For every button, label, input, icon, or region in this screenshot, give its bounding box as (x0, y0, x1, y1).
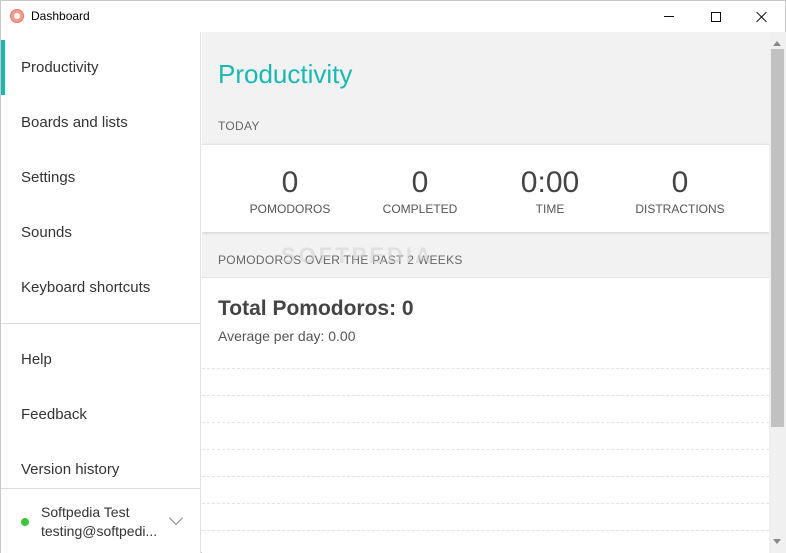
scroll-down-arrow-icon[interactable] (773, 539, 781, 544)
history-chart-card: Total Pomodoros: 0 Average per day: 0.00 (202, 277, 769, 553)
close-button[interactable] (739, 1, 785, 32)
stat-value: 0 (281, 166, 299, 199)
page-title: Productivity (218, 59, 353, 89)
sidebar-item-settings[interactable]: Settings (1, 150, 200, 205)
minimize-icon (664, 16, 674, 17)
scroll-up-arrow-icon[interactable] (773, 41, 781, 46)
chart-gridline (202, 395, 769, 396)
sidebar: Productivity Boards and lists Settings S… (1, 32, 201, 553)
history-section-header: POMODOROS OVER THE PAST 2 WEEKS (218, 253, 463, 267)
average-per-day: Average per day: 0.00 (218, 328, 356, 344)
close-icon (756, 11, 768, 23)
stat-label: TIME (535, 202, 565, 216)
stat-label: COMPLETED (382, 202, 458, 216)
today-stats-card: 0 POMODOROS 0 COMPLETED 0:00 TIME 0 DIST… (202, 144, 769, 232)
maximize-button[interactable] (693, 1, 739, 32)
sidebar-item-feedback[interactable]: Feedback (1, 387, 200, 442)
stat-label: DISTRACTIONS (635, 202, 725, 216)
chart-gridline (202, 503, 769, 504)
sidebar-item-productivity[interactable]: Productivity (1, 40, 200, 95)
sidebar-item-help[interactable]: Help (1, 332, 200, 387)
online-status-icon (21, 518, 29, 526)
vertical-scrollbar[interactable] (769, 32, 786, 553)
window-title: Dashboard (31, 9, 90, 23)
today-section-header: TODAY (218, 119, 260, 133)
account-switcher[interactable]: Softpedia Test testing@softpedi... (1, 488, 200, 553)
stat-value: 0 (671, 166, 689, 199)
sidebar-item-keyboard-shortcuts[interactable]: Keyboard shortcuts (1, 260, 200, 315)
stat-value: 0 (411, 166, 429, 199)
account-name: Softpedia Test (41, 504, 130, 520)
app-window: Dashboard Productivity Boards and lists … (0, 0, 786, 553)
minimize-button[interactable] (646, 1, 692, 32)
chart-gridline (202, 368, 769, 369)
total-pomodoros: Total Pomodoros: 0 (218, 297, 414, 320)
chart-gridline (202, 449, 769, 450)
chart-gridline (202, 422, 769, 423)
chart-gridline (202, 476, 769, 477)
app-logo-icon (10, 9, 24, 23)
sidebar-item-sounds[interactable]: Sounds (1, 205, 200, 260)
account-email: testing@softpedi... (41, 523, 158, 539)
stat-label: POMODOROS (249, 202, 331, 216)
maximize-icon (711, 11, 721, 22)
scrollbar-thumb[interactable] (771, 49, 784, 427)
stat-value: 0:00 (520, 166, 580, 199)
chart-gridline (202, 530, 769, 531)
title-bar: Dashboard (1, 1, 785, 32)
sidebar-item-boards-and-lists[interactable]: Boards and lists (1, 95, 200, 150)
main-content: Productivity TODAY 0 POMODOROS 0 COMPLET… (202, 32, 769, 553)
chevron-down-icon[interactable] (168, 510, 184, 526)
sidebar-divider (1, 323, 200, 324)
